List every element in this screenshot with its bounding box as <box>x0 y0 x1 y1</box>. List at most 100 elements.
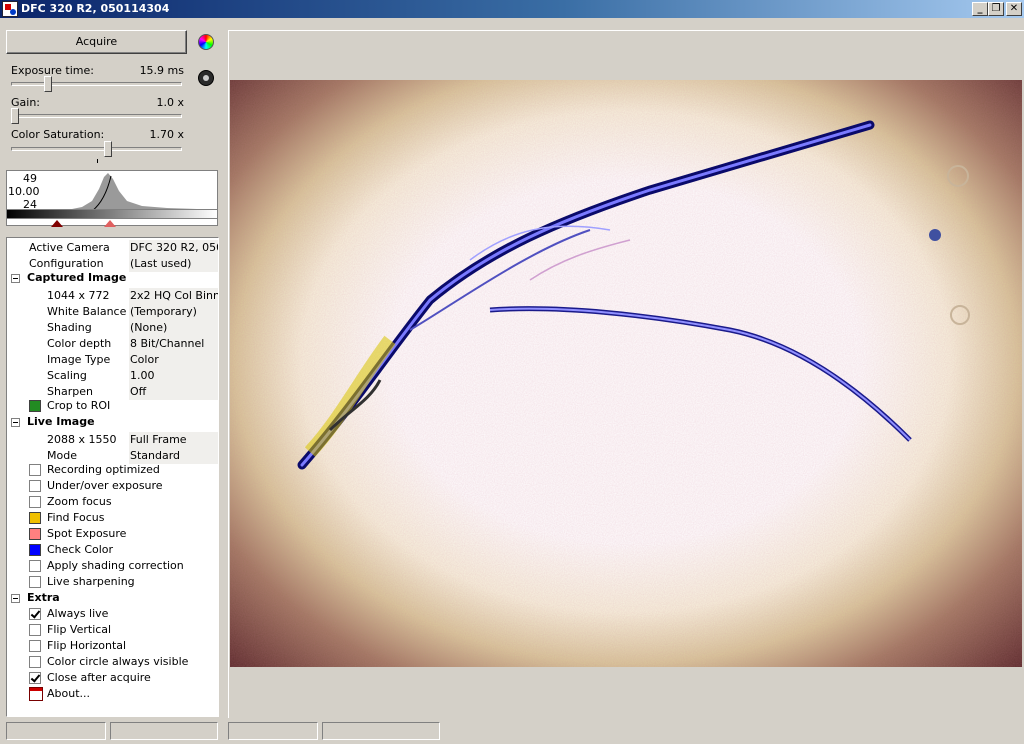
color-wheel-icon[interactable] <box>198 34 214 50</box>
property-value[interactable]: Color <box>129 352 218 368</box>
exposure-slider-track[interactable] <box>11 82 182 86</box>
property-label: Image Type <box>47 353 111 366</box>
about-label: About... <box>47 687 91 700</box>
option-row[interactable]: Live sharpening <box>7 574 218 590</box>
live-image-view[interactable] <box>230 80 1022 667</box>
option-label: Color circle always visible <box>47 655 189 668</box>
option-label: Crop to ROI <box>47 399 111 412</box>
property-value[interactable]: DFC 320 R2, 0501 <box>129 240 218 256</box>
color-swatch[interactable] <box>29 528 41 540</box>
option-row[interactable]: Apply shading correction <box>7 558 218 574</box>
option-row[interactable]: Spot Exposure <box>7 526 218 542</box>
minimize-button[interactable]: _ <box>972 2 988 16</box>
property-row: Image Type Color <box>7 352 218 368</box>
gain-value: 1.0 x <box>156 96 185 109</box>
option-row[interactable]: Find Focus <box>7 510 218 526</box>
section-title: Extra <box>27 591 60 604</box>
collapse-icon[interactable] <box>11 594 20 603</box>
checkbox[interactable] <box>29 576 41 588</box>
crop-color-swatch[interactable] <box>29 400 41 412</box>
property-label: White Balance <box>47 305 127 318</box>
option-label: Spot Exposure <box>47 527 127 540</box>
property-row: Color depth 8 Bit/Channel <box>7 336 218 352</box>
crop-to-roi-option[interactable]: Crop to ROI <box>7 398 218 414</box>
property-value[interactable]: 2x2 HQ Col Binning <box>129 288 218 304</box>
property-value[interactable]: (Temporary) <box>129 304 218 320</box>
option-label: Apply shading correction <box>47 559 184 572</box>
section-live-image[interactable]: Live Image <box>7 414 218 430</box>
saturation-value: 1.70 x <box>149 128 185 141</box>
saturation-slider-track[interactable] <box>11 147 182 151</box>
property-row: White Balance (Temporary) <box>7 304 218 320</box>
property-value[interactable]: Full Frame <box>129 432 218 448</box>
property-row: 1044 x 772 2x2 HQ Col Binning <box>7 288 218 304</box>
option-label: Recording optimized <box>47 463 160 476</box>
option-label: Flip Horizontal <box>47 639 127 652</box>
black-point-marker[interactable] <box>51 220 63 227</box>
option-row[interactable]: Color circle always visible <box>7 654 218 670</box>
option-row[interactable]: Check Color <box>7 542 218 558</box>
checkbox-checked[interactable] <box>29 608 41 620</box>
property-value[interactable]: 8 Bit/Channel <box>129 336 218 352</box>
property-row: 2088 x 1550 Full Frame <box>7 432 218 448</box>
color-swatch[interactable] <box>29 544 41 556</box>
color-swatch[interactable] <box>29 512 41 524</box>
collapse-icon[interactable] <box>11 418 20 427</box>
option-label: Zoom focus <box>47 495 112 508</box>
section-captured-image[interactable]: Captured Image <box>7 270 218 286</box>
checkbox-checked[interactable] <box>29 672 41 684</box>
checkbox[interactable] <box>29 640 41 652</box>
option-row[interactable]: Always live <box>7 606 218 622</box>
checkbox[interactable] <box>29 656 41 668</box>
property-label: Color depth <box>47 337 112 350</box>
checkbox[interactable] <box>29 496 41 508</box>
property-label: Shading <box>47 321 92 334</box>
aperture-icon[interactable] <box>198 70 214 86</box>
option-label: Find Focus <box>47 511 105 524</box>
exposure-slider-thumb[interactable] <box>43 76 52 92</box>
option-label: Flip Vertical <box>47 623 112 636</box>
checkbox[interactable] <box>29 560 41 572</box>
checkbox[interactable] <box>29 480 41 492</box>
option-label: Check Color <box>47 543 114 556</box>
checkbox[interactable] <box>29 464 41 476</box>
title-bar: DFC 320 R2, 050114304 _ ❐ ✕ <box>0 0 1024 18</box>
acquire-button[interactable]: Acquire <box>6 30 187 54</box>
section-extra[interactable]: Extra <box>7 590 218 606</box>
close-button[interactable]: ✕ <box>1006 2 1022 16</box>
option-row[interactable]: Zoom focus <box>7 494 218 510</box>
saturation-slider-thumb[interactable] <box>103 141 112 157</box>
histogram-gamma-label: 10.00 <box>8 185 40 198</box>
collapse-icon[interactable] <box>11 274 20 283</box>
property-row: Scaling 1.00 <box>7 368 218 384</box>
property-value[interactable]: (None) <box>129 320 218 336</box>
exposure-label: Exposure time: <box>11 64 94 77</box>
about-icon <box>29 687 43 701</box>
option-label: Live sharpening <box>47 575 135 588</box>
option-row[interactable]: Flip Vertical <box>7 622 218 638</box>
white-point-marker[interactable] <box>104 220 116 227</box>
gain-slider-thumb[interactable] <box>11 108 19 124</box>
property-label: Active Camera <box>29 241 110 254</box>
option-row[interactable]: Close after acquire <box>7 670 218 686</box>
about-item[interactable]: About... <box>7 686 218 702</box>
status-pane-2 <box>110 722 218 740</box>
checkbox[interactable] <box>29 624 41 636</box>
gain-slider-track[interactable] <box>11 114 182 118</box>
option-row[interactable]: Under/over exposure <box>7 478 218 494</box>
property-label: 2088 x 1550 <box>47 433 117 446</box>
maximize-button[interactable]: ❐ <box>988 2 1004 16</box>
window-title: DFC 320 R2, 050114304 <box>21 2 170 15</box>
saturation-label: Color Saturation: <box>11 128 105 141</box>
property-value[interactable]: 1.00 <box>129 368 218 384</box>
status-pane-4 <box>322 722 440 740</box>
saturation-default-tick <box>97 159 98 163</box>
status-bar <box>0 720 1024 744</box>
option-label: Always live <box>47 607 109 620</box>
section-title: Captured Image <box>27 271 127 284</box>
control-panel: Acquire Exposure time: 15.9 ms Gain: 1.0… <box>0 18 224 720</box>
app-icon[interactable] <box>2 1 18 17</box>
option-row[interactable]: Flip Horizontal <box>7 638 218 654</box>
histogram-max-label: 49 <box>23 172 37 185</box>
option-row[interactable]: Recording optimized <box>7 462 218 478</box>
